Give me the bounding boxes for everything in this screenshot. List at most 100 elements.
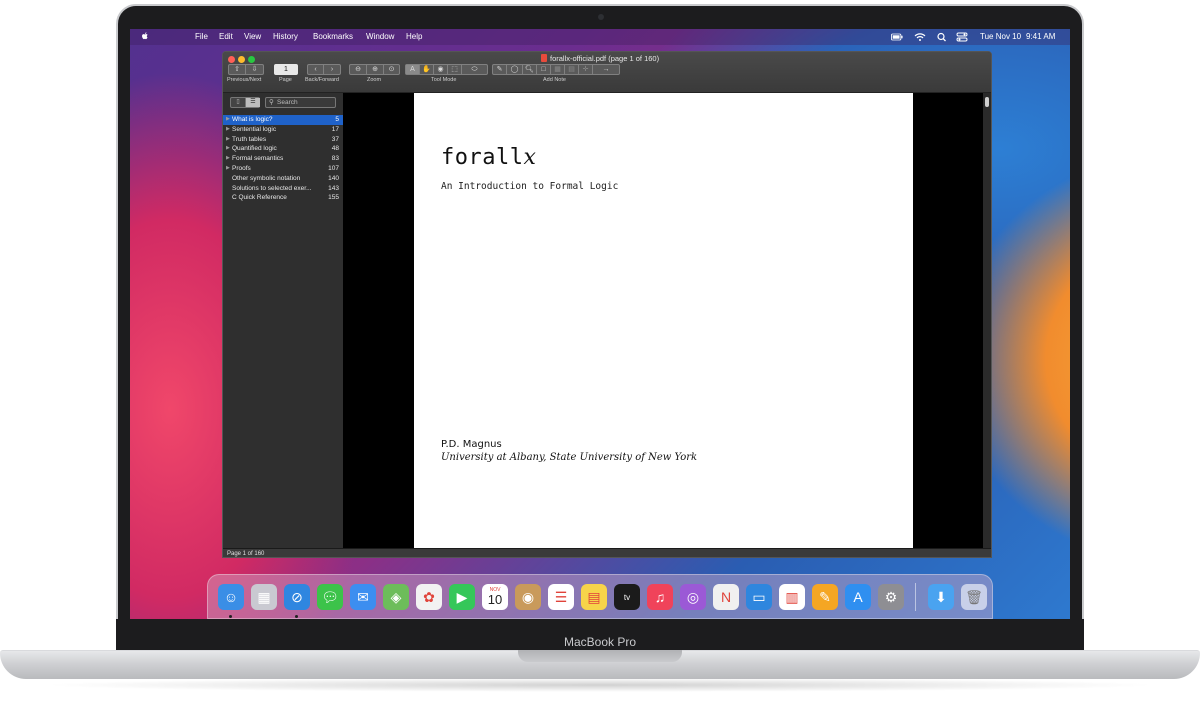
apple-menu-icon[interactable]	[141, 31, 149, 41]
zoom-in-icon[interactable]: ⊕	[367, 65, 384, 74]
zoom-fit-icon[interactable]: ⊙	[384, 65, 399, 74]
toc-item-title: Other symbolic notation	[232, 174, 301, 182]
trash-icon[interactable]: 🗑︎	[961, 584, 987, 610]
disclosure-triangle-icon[interactable]: ▶	[226, 154, 230, 164]
title-bar[interactable]: forallx-official.pdf (page 1 of 160) ⇧ ⇩…	[223, 52, 991, 93]
hand-tool-icon[interactable]: ✋	[420, 65, 434, 74]
contacts-icon[interactable]: ◉	[515, 584, 541, 610]
magnify-tool-icon[interactable]: ◉	[434, 65, 448, 74]
menu-bar-date[interactable]: Tue Nov 10	[980, 32, 1021, 41]
disclosure-triangle-icon[interactable]: ▶	[226, 164, 230, 174]
reminders-icon[interactable]: ☰	[548, 584, 574, 610]
thumbnail-view-icon[interactable]: ▯	[231, 98, 246, 107]
disclosure-triangle-icon[interactable]: ▶	[226, 125, 230, 135]
camera	[598, 14, 604, 20]
toc-item[interactable]: Other symbolic notation 140	[223, 174, 343, 184]
close-button[interactable]	[228, 56, 235, 63]
music-icon[interactable]: ♫	[647, 584, 673, 610]
sidebar-search-field[interactable]: ⚲ Search	[265, 97, 336, 108]
outline-view-icon[interactable]: ☰	[246, 98, 260, 107]
control-center-icon[interactable]	[956, 32, 968, 42]
menu-window[interactable]: Window	[366, 32, 394, 41]
safari-icon[interactable]: ⊘	[284, 584, 310, 610]
zoom-window-button[interactable]	[248, 56, 255, 63]
photos-icon[interactable]: ✿	[416, 584, 442, 610]
system-preferences-icon[interactable]: ⚙	[878, 584, 904, 610]
page-number-field[interactable]: 1	[274, 64, 298, 75]
battery-icon[interactable]	[891, 32, 903, 42]
messages-icon[interactable]: 💬︎	[317, 584, 343, 610]
forward-button[interactable]: ›	[324, 65, 340, 74]
highlight-icon[interactable]: ✛	[579, 65, 593, 74]
toc-item-page: 37	[331, 135, 339, 143]
disclosure-triangle-icon[interactable]: ▶	[226, 115, 230, 125]
book-affiliation: University at Albany, State University o…	[441, 452, 698, 463]
notes-icon[interactable]: ▤	[581, 584, 607, 610]
disclosure-triangle-icon[interactable]: ▶	[226, 144, 230, 154]
wifi-icon[interactable]	[914, 32, 926, 42]
toc-item[interactable]: ▶ Quantified logic 48	[223, 144, 343, 154]
document-viewport[interactable]: forallx An Introduction to Formal Logic …	[343, 93, 983, 548]
app-store-icon[interactable]: A	[845, 584, 871, 610]
launchpad-icon[interactable]: ▦	[251, 584, 277, 610]
keynote-icon[interactable]: ▭	[746, 584, 772, 610]
dock: ☺ ▦ ⊘ 💬︎ ✉ ◈ ✿ ▶ NOV 10 ◉ ☰ ▤ tv ♫ ◎ N ▭ ▥ ✎ A ⚙ ⬇ 🗑︎	[207, 574, 993, 619]
pencil-icon[interactable]: ✎	[493, 65, 507, 74]
search-icon[interactable]	[936, 32, 948, 42]
minimize-button[interactable]	[238, 56, 245, 63]
maps-icon[interactable]: ◈	[383, 584, 409, 610]
menu-bookmarks[interactable]: Bookmarks	[313, 32, 353, 41]
toc-item[interactable]: ▶ Truth tables 37	[223, 135, 343, 145]
box-note-icon[interactable]: □	[537, 65, 551, 74]
tool-mode-control: A ✋ ◉ ⬚ ⬭	[405, 64, 488, 75]
search-note-icon[interactable]: 🔍︎	[523, 65, 537, 74]
strike-icon[interactable]: ▦	[551, 65, 565, 74]
search-placeholder: Search	[277, 99, 298, 106]
toc-item[interactable]: Solutions to selected exer... 143	[223, 184, 343, 194]
oval-note-icon[interactable]: ◯	[507, 65, 523, 74]
pdf-page: forallx An Introduction to Formal Logic …	[414, 93, 913, 548]
toc-item-page: 17	[331, 125, 339, 133]
finder-icon[interactable]: ☺	[218, 584, 244, 610]
zoom-out-icon[interactable]: ⊖	[350, 65, 367, 74]
toc-item[interactable]: C Quick Reference 155	[223, 193, 343, 203]
toc-item-page: 143	[328, 184, 339, 192]
menu-bar-time[interactable]: 9:41 AM	[1026, 32, 1055, 41]
previous-page-button[interactable]: ⇧	[229, 65, 246, 74]
numbers-icon[interactable]: ▥	[779, 584, 805, 610]
mail-icon[interactable]: ✉	[350, 584, 376, 610]
toc-item[interactable]: ▶ Proofs 107	[223, 164, 343, 174]
sidebar-view-toggle[interactable]: ▯ ☰	[230, 97, 260, 108]
news-icon[interactable]: N	[713, 584, 739, 610]
podcasts-icon[interactable]: ◎	[680, 584, 706, 610]
toc-item-title: What is logic?	[232, 116, 273, 123]
menu-file[interactable]: File	[195, 32, 208, 41]
menu-view[interactable]: View	[244, 32, 261, 41]
add-note-label: Add Note	[543, 77, 566, 83]
toc-item-title: Proofs	[232, 164, 251, 172]
underline-icon[interactable]: ▤	[565, 65, 579, 74]
arrow-note-icon[interactable]: →	[593, 65, 619, 74]
calendar-icon[interactable]: NOV 10	[482, 584, 508, 610]
disclosure-triangle-icon[interactable]: ▶	[226, 135, 230, 145]
tv-icon[interactable]: tv	[614, 584, 640, 610]
toc-item[interactable]: ▶ What is logic? 5	[223, 115, 343, 125]
menu-help[interactable]: Help	[406, 32, 422, 41]
toc-item[interactable]: ▶ Formal semantics 83	[223, 154, 343, 164]
toc-item-page: 83	[331, 155, 339, 163]
facetime-icon[interactable]: ▶	[449, 584, 475, 610]
menu-bar: File Edit View History Bookmarks Window …	[130, 29, 1070, 45]
back-button[interactable]: ‹	[308, 65, 324, 74]
menu-history[interactable]: History	[273, 32, 298, 41]
toc-item[interactable]: ▶ Sentential logic 17	[223, 125, 343, 135]
vertical-scrollbar[interactable]	[983, 93, 991, 548]
prev-next-label: Previous/Next	[227, 77, 262, 83]
next-page-button[interactable]: ⇩	[246, 65, 263, 74]
pages-icon[interactable]: ✎	[812, 584, 838, 610]
note-tool-icon[interactable]: ⬭	[462, 65, 487, 74]
select-area-icon[interactable]: ⬚	[448, 65, 462, 74]
scrollbar-thumb[interactable]	[985, 97, 989, 107]
downloads-icon[interactable]: ⬇	[928, 584, 954, 610]
menu-edit[interactable]: Edit	[219, 32, 233, 41]
text-select-icon[interactable]: A	[406, 65, 420, 74]
